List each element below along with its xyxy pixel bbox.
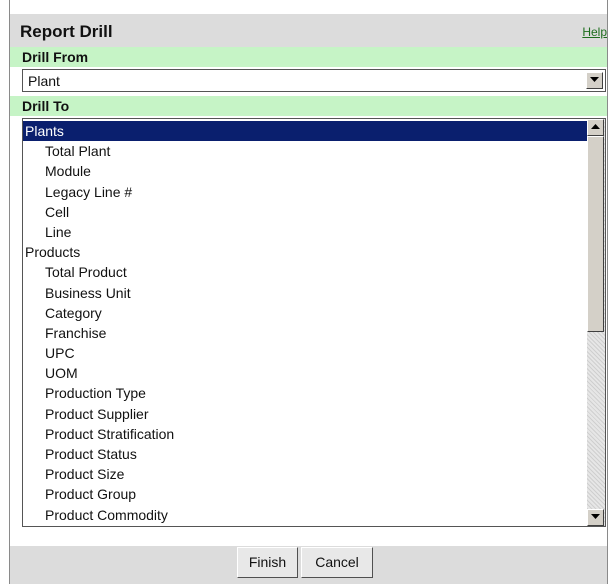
drill-from-label: Drill From — [10, 47, 607, 67]
list-group-item[interactable]: Products — [23, 242, 587, 262]
chevron-down-icon — [590, 77, 599, 82]
list-item[interactable]: Product Status — [23, 444, 587, 464]
list-item[interactable]: Production Type — [23, 383, 587, 403]
drill-to-listbox[interactable]: Plants Total Plant Module Legacy Line # Cell… — [22, 118, 606, 527]
list-item[interactable]: Product Size — [23, 464, 587, 484]
list-item[interactable]: Product Commodity — [23, 505, 587, 525]
dialog-title: Report Drill — [20, 22, 113, 41]
help-link[interactable]: Help — [582, 25, 607, 39]
list-item[interactable]: Total Plant — [23, 141, 587, 161]
list-item[interactable]: Business Unit — [23, 283, 587, 303]
list-item[interactable]: UPC — [23, 343, 587, 363]
drill-to-label: Drill To — [10, 96, 607, 116]
list-item[interactable]: Category — [23, 303, 587, 323]
scrollbar-thumb[interactable] — [587, 136, 604, 332]
scroll-up-button[interactable] — [587, 119, 604, 136]
list-item[interactable]: Franchise — [23, 323, 587, 343]
cancel-button[interactable]: Cancel — [301, 547, 373, 578]
list-item[interactable]: Product Group — [23, 484, 587, 504]
list-item[interactable]: Product Stratification — [23, 424, 587, 444]
title-bar: Report Drill Help — [10, 14, 607, 47]
scroll-down-button[interactable] — [587, 509, 604, 526]
list-item[interactable]: Cell — [23, 202, 587, 222]
button-bar: Finish Cancel — [10, 546, 607, 584]
list-item[interactable]: Product Supplier — [23, 404, 587, 424]
report-drill-dialog: Report Drill Help Drill From Plant Drill… — [9, 0, 608, 584]
arrow-down-icon — [591, 514, 600, 519]
drill-from-select[interactable]: Plant — [22, 69, 606, 92]
finish-button[interactable]: Finish — [237, 547, 298, 578]
list-item[interactable]: Module — [23, 161, 587, 181]
vertical-scrollbar[interactable] — [587, 119, 605, 526]
dropdown-arrow-button[interactable] — [586, 72, 603, 89]
drill-from-selected-value: Plant — [28, 73, 60, 89]
list-item[interactable]: Legacy Line # — [23, 182, 587, 202]
list-item[interactable]: Total Product — [23, 262, 587, 282]
list-group-item[interactable]: Plants — [23, 121, 587, 142]
list-item[interactable]: Line — [23, 222, 587, 242]
list-item[interactable]: UOM — [23, 363, 587, 383]
arrow-up-icon — [591, 124, 600, 129]
drill-to-items: Plants Total Plant Module Legacy Line # Cell… — [23, 121, 587, 525]
